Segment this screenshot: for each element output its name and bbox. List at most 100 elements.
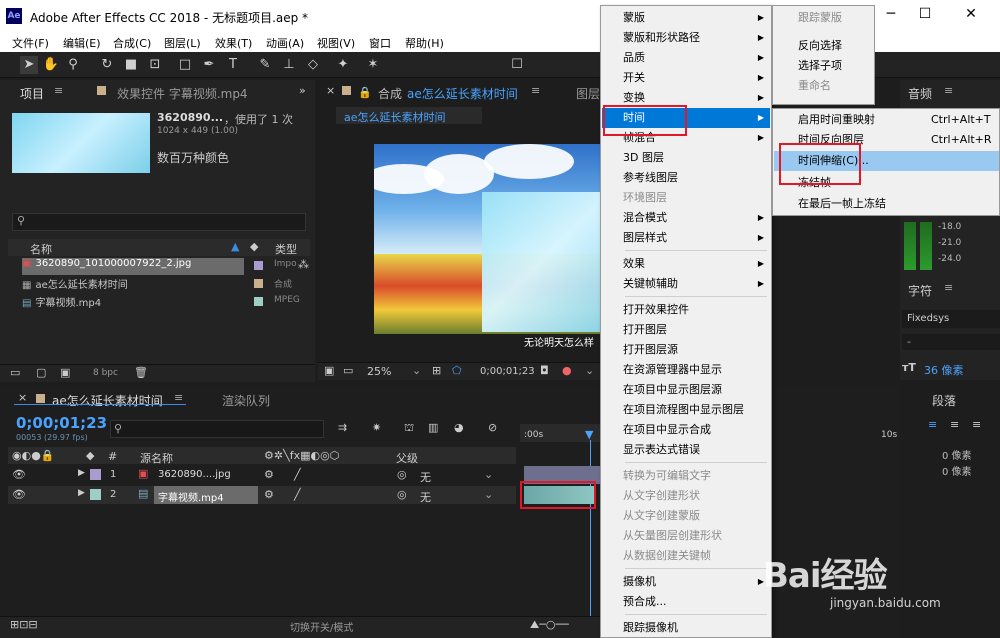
selection-tool-icon[interactable]: ➤	[20, 56, 38, 74]
show-channel-icon[interactable]: ●	[562, 364, 572, 377]
menu-item[interactable]: 开关 ▶	[602, 68, 770, 88]
clone-stamp-tool-icon[interactable]: ⊥	[280, 56, 298, 74]
font-style-select[interactable]	[902, 334, 1000, 350]
menu-item[interactable]: 参考线图层	[602, 168, 770, 188]
close-tab-icon[interactable]: ×	[18, 391, 27, 404]
submenu-item[interactable]: 启用时间重映射 Ctrl+Alt+T	[774, 110, 999, 130]
chevron-down-icon[interactable]: ⌄	[484, 468, 493, 481]
submenu-item[interactable]: 选择子项	[774, 56, 874, 76]
menu-item[interactable]: 变换 ▶	[602, 88, 770, 108]
comp-mini-flowchart-icon[interactable]: ⇉	[338, 421, 347, 434]
indent-value[interactable]: 0 像素	[942, 463, 972, 478]
rectangle-tool-icon[interactable]: □	[176, 56, 194, 74]
menu-item[interactable]: 打开图层	[602, 320, 770, 340]
submenu-item[interactable]: 反向选择	[774, 36, 874, 56]
tab-layer[interactable]: 图层	[576, 85, 600, 102]
graph-editor-icon[interactable]: ⊘	[488, 421, 497, 434]
always-preview-icon[interactable]: ▣	[324, 364, 334, 377]
menu-window[interactable]: 窗口	[369, 35, 391, 51]
tab-composition[interactable]: 合成	[378, 85, 402, 102]
menu-item[interactable]: 时间 ▶	[602, 108, 770, 128]
pickwhip-icon[interactable]: ◎	[397, 488, 407, 501]
submenu-item[interactable]: 时间伸缩(C)...	[774, 151, 999, 171]
quality-switch-icon[interactable]: ╱	[294, 468, 301, 481]
draft-3d-icon[interactable]: ✷	[372, 421, 381, 434]
menu-item[interactable]: 在项目中显示合成	[602, 420, 770, 440]
visibility-icon[interactable]: 👁	[12, 468, 26, 481]
layer-name[interactable]: 3620890....jpg	[158, 469, 231, 480]
motion-blur-icon[interactable]: ◕	[454, 421, 464, 434]
menu-item[interactable]: 关键帧辅助 ▶	[602, 274, 770, 294]
timeline-search-input[interactable]	[110, 420, 324, 438]
menu-item[interactable]: 跟踪摄像机	[602, 618, 770, 638]
parent-select[interactable]: 无	[420, 469, 431, 485]
col-parent[interactable]: 父级	[396, 450, 418, 466]
font-size-value[interactable]: 36 像素	[924, 362, 964, 378]
tab-menu-icon[interactable]: ≡	[54, 84, 63, 97]
flowchart-icon[interactable]: ⁂	[298, 258, 309, 271]
viewer-timecode[interactable]: 0;00;01;23	[480, 366, 535, 377]
submenu-item[interactable]: 冻结帧	[774, 173, 999, 193]
close-tab-icon[interactable]: ×	[326, 84, 335, 97]
shy-switch-icon[interactable]: ⚙	[264, 468, 274, 481]
zoom-tool-icon[interactable]: ⚲	[64, 56, 82, 74]
tab-menu-icon[interactable]: ≡	[531, 84, 540, 97]
mask-visibility-icon[interactable]: ⬠	[452, 364, 462, 377]
tab-project[interactable]: 项目	[20, 85, 44, 102]
chevron-down-icon[interactable]: ⌄	[412, 364, 421, 377]
pen-tool-icon[interactable]: ✒	[200, 56, 218, 74]
tab-comp-name[interactable]: ae怎么延长素材时间	[407, 85, 518, 102]
parent-select[interactable]: 无	[420, 489, 431, 505]
submenu-item[interactable]: 在最后一帧上冻结	[774, 194, 999, 214]
layer-bar-2[interactable]	[524, 486, 596, 504]
menu-item[interactable]: 图层样式 ▶	[602, 228, 770, 248]
toggle-switches-icon[interactable]: ⊞⊡⊟	[10, 618, 38, 631]
visibility-icon[interactable]: 👁	[12, 488, 26, 501]
close-icon[interactable]: ✕	[960, 6, 982, 22]
type-tool-icon[interactable]: T	[224, 56, 242, 74]
align-checkbox-icon[interactable]: ☐	[508, 56, 526, 74]
tab-render-queue[interactable]: 渲染队列	[222, 392, 270, 409]
menu-composition[interactable]: 合成(C)	[113, 35, 151, 51]
col-type[interactable]: 类型	[275, 241, 297, 257]
menu-item[interactable]: 帧混合 ▶	[602, 128, 770, 148]
list-item[interactable]: ▤ 字幕视频.mp4	[22, 294, 244, 311]
timeline-timecode[interactable]: 0;00;01;23	[16, 414, 107, 432]
align-center-icon[interactable]: ≡	[950, 418, 959, 431]
menu-item[interactable]: 预合成...	[602, 592, 770, 612]
menu-item[interactable]: 混合模式 ▶	[602, 208, 770, 228]
bpc-label[interactable]: 8 bpc	[93, 368, 118, 378]
menu-item[interactable]: 在项目流程图中显示图层	[602, 400, 770, 420]
menu-item[interactable]: 品质 ▶	[602, 48, 770, 68]
tab-character[interactable]: 字符	[908, 282, 932, 299]
tab-menu-icon[interactable]: ≡	[944, 84, 953, 97]
trash-icon[interactable]: 🗑	[134, 366, 148, 379]
menu-item[interactable]: 3D 图层	[602, 148, 770, 168]
interpret-footage-icon[interactable]: ▭	[10, 366, 20, 379]
menu-layer[interactable]: 图层(L)	[164, 35, 201, 51]
tab-paragraph[interactable]: 段落	[932, 392, 956, 409]
zoom-slider-icon[interactable]: ⛰─○──	[530, 618, 569, 632]
menu-animation[interactable]: 动画(A)	[266, 35, 304, 51]
rotate-tool-icon[interactable]: ↻	[98, 56, 116, 74]
menu-item[interactable]: 摄像机 ▶	[602, 572, 770, 592]
layer-name[interactable]: 字幕视频.mp4	[158, 489, 224, 504]
label-color-icon[interactable]	[90, 469, 101, 480]
tab-menu-icon[interactable]: ≡	[944, 281, 953, 294]
menu-view[interactable]: 视图(V)	[317, 35, 355, 51]
tab-audio[interactable]: 音频	[908, 85, 932, 102]
project-search-input[interactable]	[12, 213, 306, 231]
list-item[interactable]: ▣ 3620890_101000007922_2.jpg	[22, 258, 244, 275]
menu-edit[interactable]: 编辑(E)	[63, 35, 101, 51]
menu-item[interactable]: 打开效果控件	[602, 300, 770, 320]
menu-help[interactable]: 帮助(H)	[405, 35, 444, 51]
new-comp-icon[interactable]: ▣	[60, 366, 70, 379]
roto-brush-tool-icon[interactable]: ✦	[334, 56, 352, 74]
col-name[interactable]: 名称	[30, 241, 52, 257]
monitor-icon[interactable]: ▭	[343, 364, 353, 377]
new-folder-icon[interactable]: ▢	[36, 366, 46, 379]
col-source-name[interactable]: 源名称	[140, 450, 173, 466]
lock-icon[interactable]: 🔒	[358, 86, 372, 99]
camera-tool-icon[interactable]: ■	[122, 56, 140, 74]
align-left-icon[interactable]: ≡	[928, 418, 937, 431]
